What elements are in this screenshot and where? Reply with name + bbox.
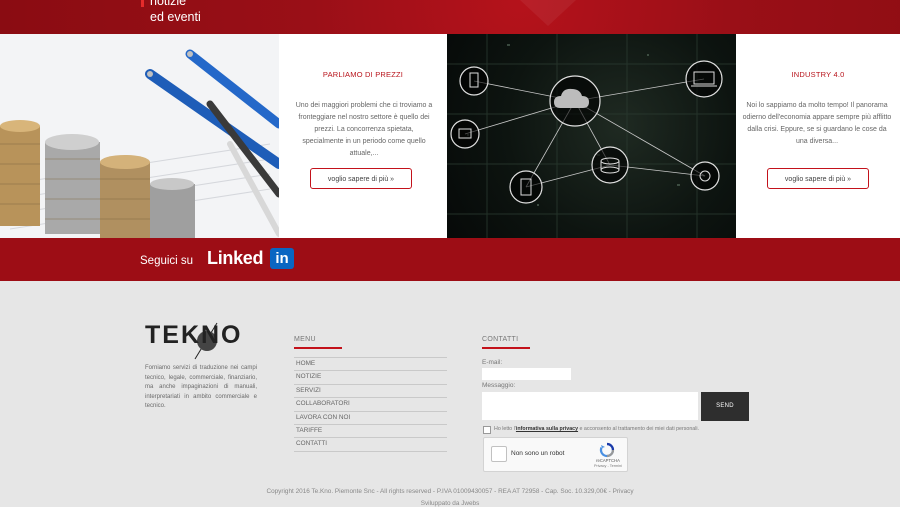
recaptcha-brand: reCAPTCHA: [596, 458, 620, 463]
privacy-policy-link[interactable]: informativa sulla privacy: [516, 426, 578, 432]
news-banner: notizie ed eventi: [0, 0, 900, 34]
card-description: Uno dei maggiori problemi che ci troviam…: [295, 102, 433, 157]
privacy-suffix: e acconsento al trattamento dei miei dat…: [578, 426, 700, 432]
recaptcha-terms-link[interactable]: Privacy - Termini: [591, 464, 625, 468]
card-title[interactable]: PARLIAMO DI PREZZI: [279, 70, 447, 79]
card-industry: INDUSTRY 4.0 Noi lo sappiamo da molto te…: [736, 34, 900, 238]
banner-title-line2: ed eventi: [150, 10, 201, 24]
coins-and-pens-image[interactable]: [0, 34, 279, 238]
send-button[interactable]: SEND: [701, 392, 749, 421]
message-field[interactable]: [482, 392, 698, 420]
company-description: Forniamo servizi di traduzione nei campi…: [145, 365, 257, 410]
privacy-consent: Ho letto l'informativa sulla privacy e a…: [483, 425, 783, 435]
linkedin-icon[interactable]: in: [270, 248, 294, 269]
read-more-button[interactable]: voglio sapere di più »: [767, 168, 869, 189]
contact-heading: CONTATTI: [482, 336, 519, 343]
menu-item-lavora-con-noi[interactable]: LAVORA CON NOI: [294, 412, 447, 425]
recaptcha-label: Non sono un robot: [511, 450, 565, 457]
follow-us-label: Seguici su: [140, 255, 194, 267]
menu-heading: MENU: [294, 336, 316, 343]
contact-heading-underline: [482, 347, 530, 349]
recaptcha-widget: Non sono un robot reCAPTCHA Privacy - Te…: [483, 437, 628, 472]
read-more-button[interactable]: voglio sapere di più »: [310, 168, 412, 189]
tekno-logo[interactable]: TEKNO: [145, 321, 260, 361]
recaptcha-icon: [599, 442, 615, 458]
menu-item-collaboratori[interactable]: COLLABORATORI: [294, 398, 447, 412]
card-description: Noi lo sappiamo da molto tempo! Il panor…: [742, 102, 892, 145]
menu-item-servizi[interactable]: SERVIZI: [294, 385, 447, 399]
card-prezzi: PARLIAMO DI PREZZI Uno dei maggiori prob…: [279, 34, 447, 238]
network-cloud-image[interactable]: [447, 34, 736, 238]
logo-wordmark: TEKNO: [145, 321, 243, 349]
site-footer: TEKNO Forniamo servizi di traduzione nei…: [0, 281, 900, 507]
linkedin-logo-text[interactable]: Linked: [207, 248, 264, 269]
footer-menu: HOME NOTIZIE SERVIZI COLLABORATORI LAVOR…: [294, 357, 447, 452]
menu-item-home[interactable]: HOME: [294, 357, 447, 372]
privacy-checkbox[interactable]: [483, 426, 491, 434]
social-strip: Seguici su Linked in: [0, 238, 900, 281]
banner-accent-bar: [141, 0, 144, 7]
menu-item-contatti[interactable]: CONTATTI: [294, 438, 447, 452]
menu-item-notizie[interactable]: NOTIZIE: [294, 371, 447, 385]
privacy-consent-text: Ho letto l'informativa sulla privacy e a…: [494, 425, 699, 434]
menu-heading-underline: [294, 347, 342, 349]
privacy-prefix: Ho letto l': [494, 426, 516, 432]
banner-title-line1: notizie: [150, 0, 187, 8]
email-field[interactable]: [482, 368, 571, 380]
message-label: Messaggio:: [482, 382, 516, 389]
email-label: E-mail:: [482, 359, 503, 366]
menu-item-tariffe[interactable]: TARIFFE: [294, 425, 447, 439]
news-cards: PARLIAMO DI PREZZI Uno dei maggiori prob…: [0, 34, 900, 238]
banner-decoration: [520, 0, 576, 26]
copyright-text: Copyright 2016 Te.Kno. Piemonte Snc - Al…: [266, 488, 634, 495]
card-title[interactable]: INDUSTRY 4.0: [736, 70, 900, 79]
recaptcha-checkbox[interactable]: [491, 446, 507, 462]
